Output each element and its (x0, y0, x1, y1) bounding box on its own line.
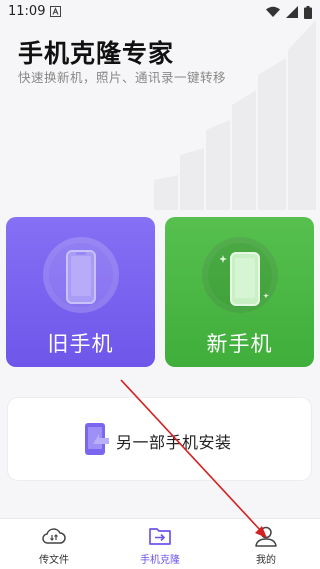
a-box-icon (50, 6, 61, 17)
new-phone-icon (220, 252, 269, 306)
folder-transfer-icon (149, 528, 171, 545)
page-title: 手机克隆专家 (18, 39, 175, 68)
old-phone-card[interactable]: 旧手机 (6, 217, 155, 367)
person-icon (255, 526, 277, 547)
status-time: 11:09 (8, 4, 46, 19)
battery-icon (304, 5, 312, 19)
nav-item-mine[interactable]: 我的 (226, 519, 306, 569)
nav-item-transfer-files[interactable]: 传文件 (14, 519, 94, 569)
nav-label-phone-clone: 手机克隆 (140, 555, 180, 566)
phone-install-icon (85, 423, 109, 455)
page-subtitle: 快速换新机，照片、通讯录一键转移 (18, 70, 227, 85)
cloud-transfer-icon (42, 528, 66, 544)
nav-label-transfer-files: 传文件 (39, 555, 69, 566)
install-on-another-phone-button[interactable]: 另一部手机安装 (8, 398, 311, 480)
signal-icon (286, 6, 298, 18)
old-phone-label: 旧手机 (47, 332, 114, 356)
install-label: 另一部手机安装 (116, 433, 232, 452)
new-phone-card[interactable]: 新手机 (165, 217, 314, 367)
nav-label-mine: 我的 (256, 555, 276, 566)
nav-item-phone-clone[interactable]: 手机克隆 (120, 519, 200, 569)
new-phone-label: 新手机 (206, 332, 273, 356)
wifi-icon (266, 6, 280, 17)
old-phone-icon (66, 250, 96, 304)
bottom-nav: 传文件 手机克隆 我的 (0, 518, 320, 569)
